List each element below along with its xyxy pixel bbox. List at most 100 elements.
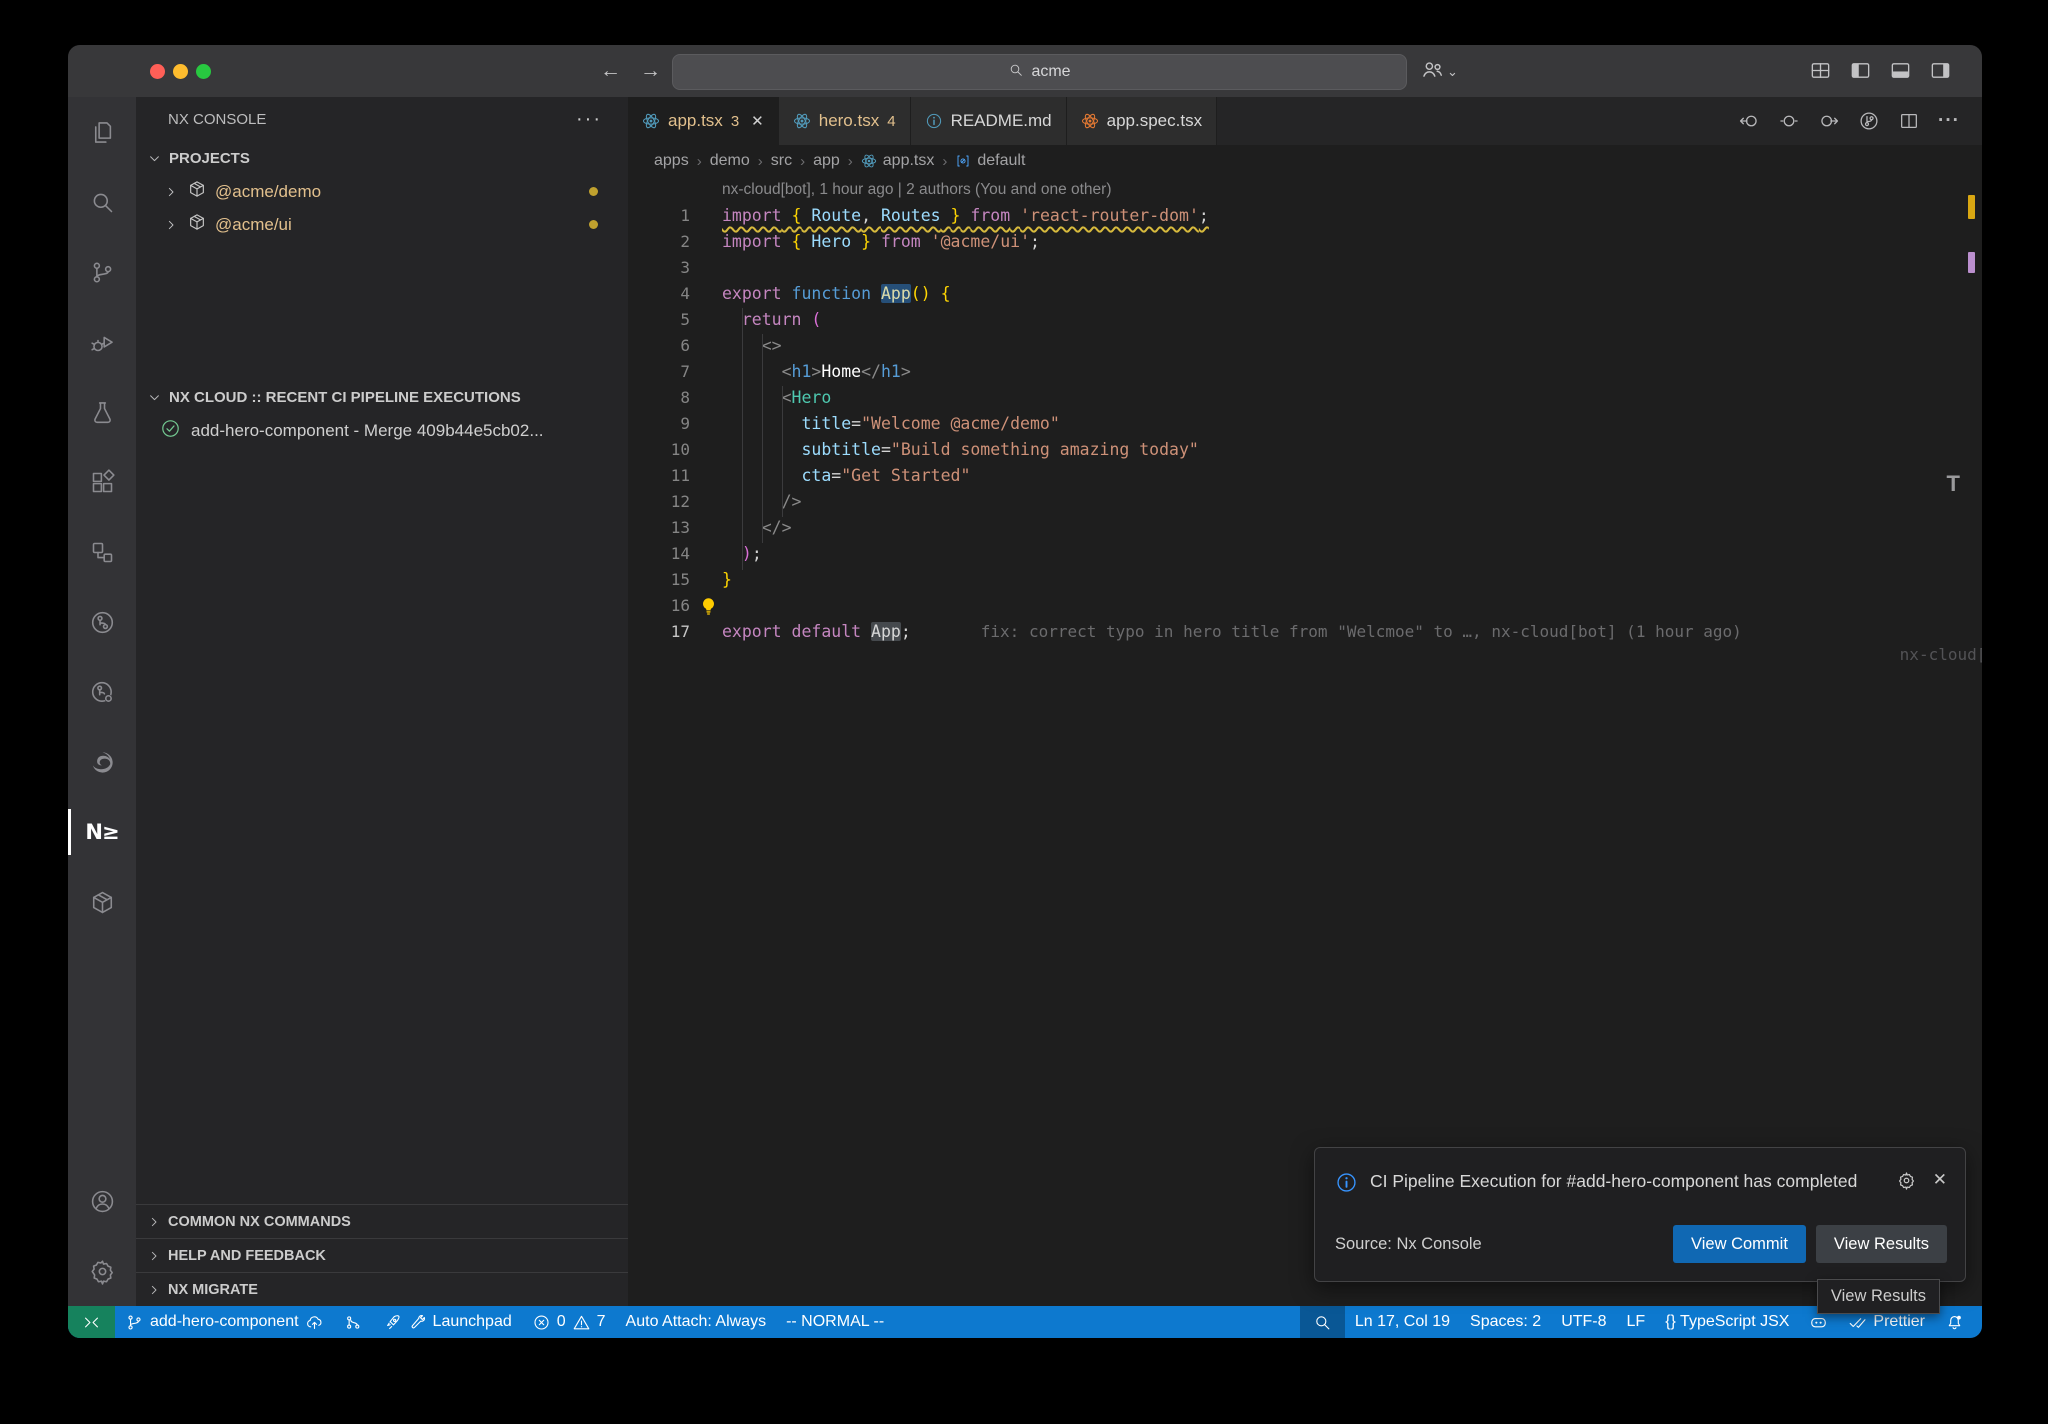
editor-action-split-icon[interactable] (1898, 110, 1920, 132)
activity-bar-settings-icon[interactable] (68, 1236, 136, 1306)
sidebar-section-help-and-feedback[interactable]: HELP AND FEEDBACK (136, 1238, 628, 1272)
activity-bar-run-debug-icon[interactable] (68, 307, 136, 377)
view-commit-button[interactable]: View Commit (1673, 1225, 1806, 1263)
status-search-highlight[interactable] (1300, 1306, 1345, 1338)
minimize-window-button[interactable] (173, 64, 188, 79)
status-auto-attach[interactable]: Auto Attach: Always (616, 1306, 777, 1338)
activity-bar-extensions-icon[interactable] (68, 447, 136, 517)
tab-label: app.spec.tsx (1107, 111, 1202, 131)
zoom-window-button[interactable] (196, 64, 211, 79)
status-indentation[interactable]: Spaces: 2 (1460, 1306, 1551, 1338)
status-cursor-position[interactable]: Ln 17, Col 19 (1345, 1306, 1460, 1338)
tab-app.spec.tsx[interactable]: app.spec.tsx (1067, 97, 1217, 145)
activity-bar-testing-icon[interactable] (68, 377, 136, 447)
tab-problem-badge: 3 (731, 113, 739, 130)
close-window-button[interactable] (150, 64, 165, 79)
modified-dot (589, 187, 598, 196)
code-line-12: 12 /> (628, 489, 1982, 515)
section-label: NX MIGRATE (168, 1282, 258, 1298)
status-remote-indicator[interactable] (68, 1306, 115, 1338)
status-source-control-graph[interactable] (334, 1306, 373, 1338)
line-number: 9 (628, 411, 690, 437)
status-problems[interactable]: 07 (522, 1306, 616, 1338)
view-results-button[interactable]: View Results (1816, 1225, 1947, 1263)
tab-README.md[interactable]: README.md (911, 97, 1067, 145)
git-graph-icon (344, 1313, 363, 1332)
layout-grid-icon[interactable] (1809, 59, 1832, 82)
status-encoding[interactable]: UTF-8 (1551, 1306, 1616, 1338)
project-item[interactable]: @acme/ui (136, 208, 628, 241)
vscode-window: ← → acme ⌄ N≥ NX CONSOLE ··· PROJECTS @ac… (68, 45, 1982, 1338)
close-tab-icon[interactable]: ✕ (751, 112, 764, 130)
activity-bar-explorer-icon[interactable] (68, 97, 136, 167)
activity-bar-nx-cloud-graph-icon[interactable] (68, 657, 136, 727)
activity-bar-search-icon[interactable] (68, 167, 136, 237)
indent-guide (762, 334, 763, 543)
ghost-blame-text: nx-cloud[b (1900, 645, 1982, 664)
code-line-6: 6 <> (628, 333, 1982, 359)
sidebar-section-nx-migrate[interactable]: NX MIGRATE (136, 1272, 628, 1306)
code-editor[interactable]: nx-cloud[bot], 1 hour ago | 2 authors (Y… (628, 177, 1982, 1306)
breadcrumb-item-demo[interactable]: demo (710, 152, 750, 170)
status-git-branch[interactable]: add-hero-component (115, 1306, 334, 1338)
line-number: 3 (628, 255, 690, 281)
command-center-search[interactable]: acme (672, 54, 1407, 90)
code-line-16: 16 (628, 593, 1982, 619)
history-forward-icon[interactable]: → (640, 58, 661, 84)
activity-bar-source-control-icon[interactable] (68, 237, 136, 307)
status-launchpad[interactable]: Launchpad (373, 1306, 522, 1338)
chevron-right-icon (163, 184, 179, 200)
overview-ruler-cursor-mark: T (1947, 471, 1960, 497)
sidebar-section-common-nx-commands[interactable]: COMMON NX COMMANDS (136, 1204, 628, 1238)
section-label: HELP AND FEEDBACK (168, 1248, 326, 1264)
editor-action-back-circle-icon[interactable] (1738, 110, 1760, 132)
projects-section-header[interactable]: PROJECTS (136, 142, 628, 175)
accounts-icon (1420, 57, 1445, 87)
status-eol[interactable]: LF (1617, 1306, 1656, 1338)
editor-action-forward-circle-icon[interactable] (1818, 110, 1840, 132)
activity-bar-edge-browser-icon[interactable] (68, 727, 136, 797)
cloud-upload-icon (305, 1313, 324, 1332)
activity-bar-project-details-icon[interactable] (68, 517, 136, 587)
panel-right-icon[interactable] (1929, 59, 1952, 82)
accounts-menu[interactable]: ⌄ (1420, 57, 1458, 87)
inline-git-blame: fix: correct typo in hero title from "We… (981, 622, 1742, 641)
activity-bar-accounts-icon[interactable] (68, 1166, 136, 1236)
panel-left-icon[interactable] (1849, 59, 1872, 82)
chevron-down-icon: ⌄ (1447, 64, 1458, 80)
activity-bar-nx-console-icon[interactable]: N≥ (68, 797, 136, 867)
breadcrumb-item-app.tsx[interactable]: app.tsx (861, 152, 935, 170)
history-back-icon[interactable]: ← (600, 58, 621, 84)
notification-close-icon[interactable]: ✕ (1933, 1170, 1947, 1190)
project-item[interactable]: @acme/demo (136, 175, 628, 208)
more-actions-icon[interactable]: ··· (576, 108, 602, 131)
activity-bar-package-explorer-icon[interactable] (68, 867, 136, 937)
info-icon (1335, 1168, 1358, 1199)
status-vim-mode[interactable]: -- NORMAL -- (776, 1306, 894, 1338)
status-notifications-bell[interactable] (1935, 1306, 1974, 1338)
breadcrumb-item-default[interactable]: default (955, 152, 1025, 170)
activity-bar-source-control-graph-icon[interactable] (68, 587, 136, 657)
tab-hero.tsx[interactable]: hero.tsx4 (779, 97, 911, 145)
notification-source: Source: Nx Console (1335, 1235, 1482, 1254)
breadcrumb-item-apps[interactable]: apps (654, 152, 689, 170)
editor-action-more-icon[interactable]: ··· (1938, 110, 1960, 132)
breadcrumb-item-app[interactable]: app (813, 152, 840, 170)
editor-action-circle-icon[interactable] (1778, 110, 1800, 132)
code-line-4: 4export function App() { (628, 281, 1982, 307)
breadcrumb-item-src[interactable]: src (771, 152, 792, 170)
editor-action-run-circle-icon[interactable] (1858, 110, 1880, 132)
nx-cloud-section-header[interactable]: NX CLOUD :: RECENT CI PIPELINE EXECUTION… (136, 381, 628, 414)
code-line-13: 13 </> (628, 515, 1982, 541)
project-label: @acme/demo (215, 182, 321, 202)
tab-app.tsx[interactable]: app.tsx3✕ (628, 97, 779, 145)
status-language-mode[interactable]: {} TypeScript JSX (1655, 1306, 1799, 1338)
chevron-down-icon (146, 389, 163, 406)
sidebar-header: NX CONSOLE ··· (136, 97, 628, 142)
pipeline-execution-item[interactable]: add-hero-component - Merge 409b44e5cb02.… (136, 414, 628, 447)
panel-bottom-icon[interactable] (1889, 59, 1912, 82)
notification-settings-gear-icon[interactable] (1896, 1170, 1917, 1196)
line-number: 2 (628, 229, 690, 255)
line-number: 13 (628, 515, 690, 541)
package-icon (187, 179, 207, 204)
